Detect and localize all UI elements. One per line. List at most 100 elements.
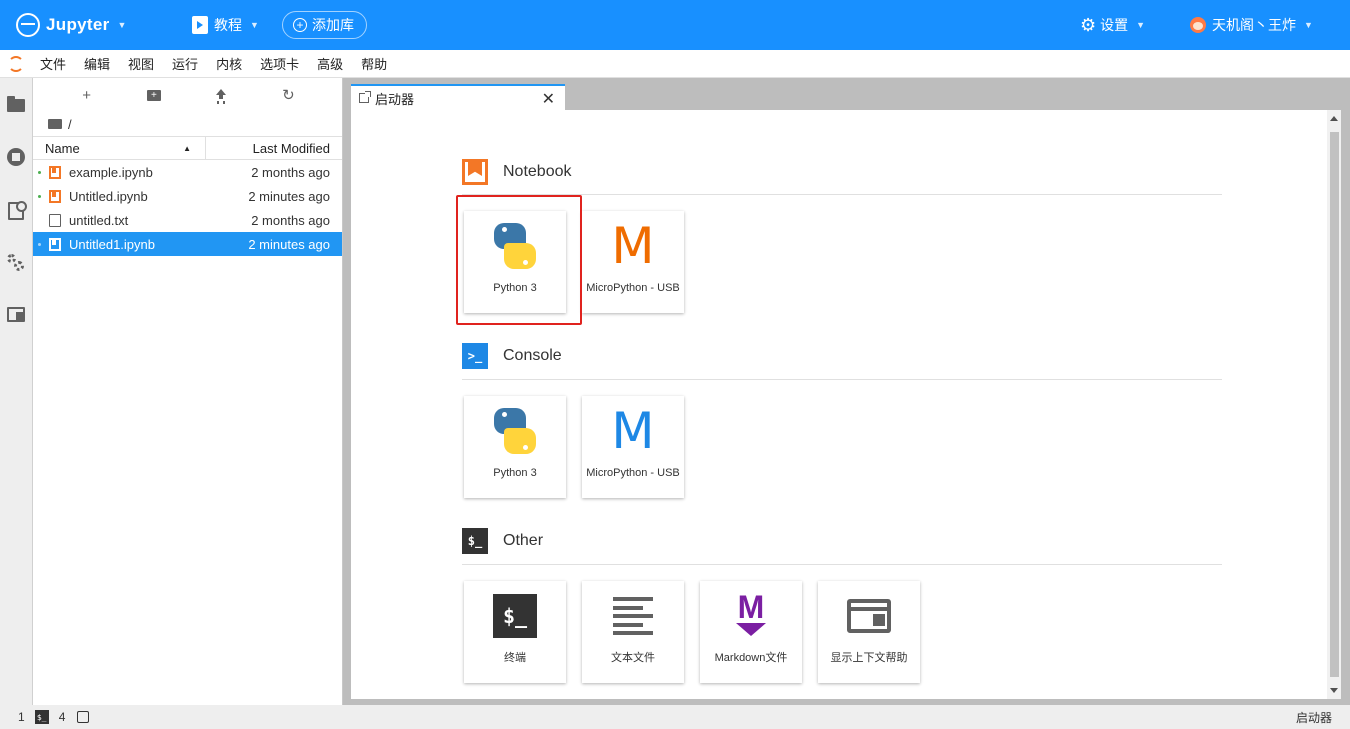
markdown-file-card[interactable]: M Markdown文件 [700,581,802,683]
breadcrumb-path[interactable]: / [68,117,72,132]
section-notebook-title: Notebook [503,163,572,180]
terminal-icon: $_ [462,528,488,554]
menu-run[interactable]: 运行 [172,54,198,73]
menu-kernel[interactable]: 内核 [216,54,242,73]
terminal-card[interactable]: $_ 终端 [464,581,566,683]
upload-button[interactable] [201,81,241,109]
menu-file[interactable]: 文件 [40,54,66,73]
terminal-icon[interactable]: $_ [34,710,49,724]
terminal-count[interactable]: 1 [18,710,25,724]
python-icon [492,396,538,466]
file-row[interactable]: Untitled.ipynb 2 minutes ago [33,184,342,208]
status-bar: 1 $_ 4 启动器 [0,705,1350,729]
menu-advanced[interactable]: 高级 [317,54,343,73]
console-micropython-card[interactable]: M MicroPython - USB [582,396,684,498]
running-indicator-icon [38,171,41,174]
file-browser: + + ↻ / Name ▲ Last Modified example.ipy… [33,78,343,705]
open-tabs-icon[interactable] [7,307,25,322]
running-indicator-icon [38,243,41,246]
status-current-activity: 启动器 [1295,710,1332,725]
user-menu[interactable]: 天机阁丶王炸 ▼ [1190,0,1313,50]
file-name: Untitled1.ipynb [69,236,155,252]
add-library-button[interactable]: + 添加库 [282,11,367,39]
new-folder-button[interactable]: + [134,81,174,109]
column-name-label: Name [45,140,80,156]
micropython-icon: M [611,396,654,466]
plus-circle-icon: + [293,18,307,32]
menu-edit[interactable]: 编辑 [84,54,110,73]
command-palette-icon[interactable] [7,200,27,220]
scroll-down-icon[interactable] [1330,688,1338,693]
notebook-icon [462,159,488,185]
column-name-header[interactable]: Name ▲ [33,137,206,159]
close-icon[interactable]: ✕ [542,89,555,109]
file-name: Untitled.ipynb [69,188,148,204]
file-name: untitled.txt [69,212,129,228]
launcher-icon [359,91,371,103]
terminal-glyph: $_ [493,594,537,638]
file-row[interactable]: example.ipynb 2 months ago [33,160,342,184]
notebook-file-icon [49,237,61,251]
card-label: Python 3 [493,467,537,479]
section-console-title: Console [503,347,562,364]
console-python3-card[interactable]: Python 3 [464,396,566,498]
tab-launcher[interactable]: 启动器 ✕ [351,84,565,110]
vertical-scrollbar[interactable] [1327,110,1341,699]
tutorial-menu[interactable]: 教程 ▼ [192,0,259,50]
user-name: 天机阁丶王炸 [1212,17,1296,33]
gear-icon: ⚙ [1080,14,1097,35]
menu-view[interactable]: 视图 [128,54,154,73]
folder-icon[interactable] [48,119,62,129]
file-modified: 2 months ago [251,164,330,180]
running-sessions-icon[interactable] [7,148,25,166]
text-file-card[interactable]: 文本文件 [582,581,684,683]
micropython-icon: M [611,211,654,281]
tab-label: 启动器 [375,91,415,107]
chevron-down-icon: ▼ [1304,20,1313,30]
file-row-selected[interactable]: Untitled1.ipynb 2 minutes ago [33,232,342,256]
section-divider [462,564,1222,565]
plus-icon: + [82,86,91,104]
menu-bar: 文件 编辑 视图 运行 内核 选项卡 高级 帮助 [0,50,1350,78]
chevron-down-icon: ▼ [1136,20,1146,30]
file-modified: 2 minutes ago [248,236,330,252]
section-divider [462,379,1222,380]
column-modified-header[interactable]: Last Modified [206,137,342,159]
file-row[interactable]: untitled.txt 2 months ago [33,208,342,232]
file-modified: 2 months ago [251,212,330,228]
micropython-glyph: M [611,217,655,275]
file-list-header: Name ▲ Last Modified [33,136,342,160]
video-book-icon [192,16,208,34]
card-label: Markdown文件 [714,652,788,664]
scroll-up-icon[interactable] [1330,116,1338,121]
kernel-count[interactable]: 4 [59,710,66,724]
micropython-glyph: M [611,402,655,460]
refresh-button[interactable]: ↻ [268,81,308,109]
notebook-file-icon [49,189,61,203]
section-other-title: Other [503,532,544,549]
kernel-icon[interactable] [77,711,90,723]
card-label: MicroPython - USB [586,282,680,294]
file-name: example.ipynb [69,164,153,180]
tutorial-label: 教程 [214,17,242,33]
new-launcher-button[interactable]: + [67,81,107,109]
scrollbar-thumb[interactable] [1330,132,1339,677]
settings-menu[interactable]: ⚙ 设置 ▼ [1080,0,1145,50]
folder-icon[interactable] [7,96,25,114]
property-inspector-icon[interactable] [7,254,25,272]
menu-help[interactable]: 帮助 [361,54,387,73]
chevron-down-icon: ▼ [117,20,127,30]
card-label: 文本文件 [611,652,655,664]
jupyter-logo-icon[interactable] [16,0,40,50]
sort-ascending-icon: ▲ [183,143,191,153]
activity-bar [0,78,33,705]
console-icon: >_ [462,343,488,369]
file-modified: 2 minutes ago [248,188,330,204]
brand-menu[interactable]: Jupyter ▼ [46,0,127,50]
context-help-icon [847,581,891,651]
menu-tabs[interactable]: 选项卡 [260,54,299,73]
notebook-micropython-card[interactable]: M MicroPython - USB [582,211,684,313]
context-help-card[interactable]: 显示上下文帮助 [818,581,920,683]
file-browser-toolbar: + + ↻ [33,78,342,112]
refresh-icon: ↻ [282,87,295,104]
